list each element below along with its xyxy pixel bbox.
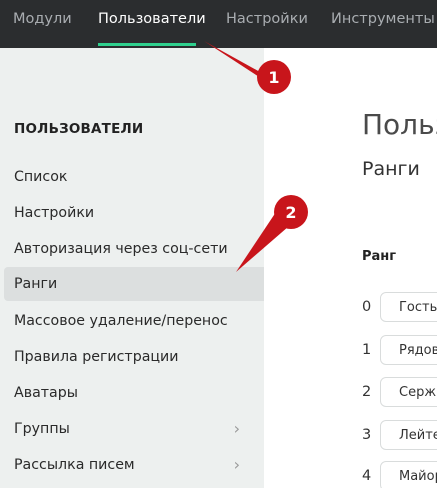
annotation-label-1: 1 [268, 68, 279, 87]
annotation-layer: 1 2 [204, 41, 308, 272]
annotation-label-2: 2 [285, 203, 296, 222]
